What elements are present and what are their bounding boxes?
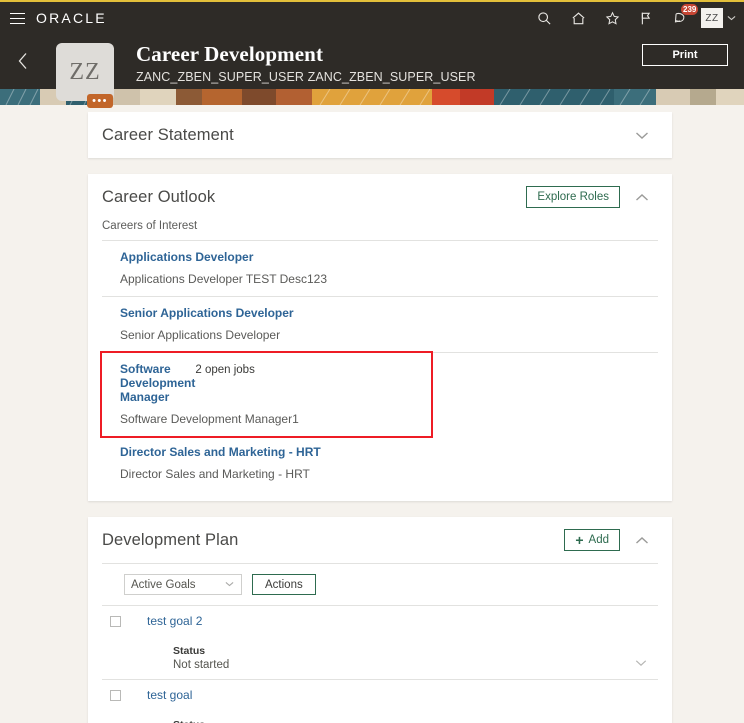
goal-status-label: Status <box>173 645 206 657</box>
goal-header-row: test goal 2 <box>110 614 654 628</box>
role-line: Applications Developer <box>120 250 654 264</box>
career-statement-title: Career Statement <box>102 125 234 144</box>
notification-badge: 239 <box>681 4 699 15</box>
global-nav-icons: 239 ZZ <box>527 2 744 34</box>
career-statement-header: Career Statement <box>88 112 672 158</box>
list-item[interactable]: test goal Status Not started <box>102 680 658 723</box>
role-title-link[interactable]: Applications Developer <box>120 250 654 264</box>
explore-roles-button[interactable]: Explore Roles <box>526 186 620 208</box>
avatar-more-options-icon[interactable]: ••• <box>87 94 113 108</box>
list-item[interactable]: Applications Developer Applications Deve… <box>102 241 658 297</box>
role-title-link[interactable]: Director Sales and Marketing - HRT <box>120 445 654 459</box>
page-title: Career Development <box>136 42 324 66</box>
career-statement-card: Career Statement <box>88 112 672 158</box>
chevron-left-icon[interactable] <box>10 46 36 76</box>
goal-name-link[interactable]: test goal 2 <box>147 614 202 628</box>
star-icon[interactable] <box>595 2 629 34</box>
role-description: Senior Applications Developer <box>120 328 281 342</box>
development-plan-toolbar: Active Goals Actions <box>102 563 658 605</box>
plus-icon: + <box>575 532 584 548</box>
career-outlook-card: Career Outlook Explore Roles Careers of … <box>88 174 672 501</box>
careers-of-interest-label: Careers of Interest <box>102 220 198 232</box>
careers-of-interest-list: Applications Developer Applications Deve… <box>100 240 658 491</box>
career-outlook-title: Career Outlook <box>102 187 216 206</box>
avatar-initials: ZZ <box>69 58 101 85</box>
goal-status-value: Not started <box>173 659 230 671</box>
list-item[interactable]: Director Sales and Marketing - HRT Direc… <box>102 436 658 491</box>
flag-icon[interactable] <box>629 2 663 34</box>
role-description: Applications Developer TEST Desc123 <box>120 272 327 286</box>
goal-status: Status Not started <box>173 719 654 723</box>
list-item[interactable]: test goal 2 Status Not started <box>102 606 658 680</box>
development-plan-card: Development Plan + Add Active Goals Acti… <box>88 517 672 723</box>
goal-filter-select[interactable]: Active Goals <box>124 574 242 595</box>
goal-header-row: test goal <box>110 688 654 702</box>
role-line: Senior Applications Developer <box>120 306 654 320</box>
role-line: Software Development Manager 2 open jobs <box>120 362 427 404</box>
global-nav-bar: ORACLE 239 ZZ <box>0 2 744 34</box>
add-goal-button[interactable]: + Add <box>564 529 620 551</box>
search-icon[interactable] <box>527 2 561 34</box>
home-icon[interactable] <box>561 2 595 34</box>
goal-filter-value: Active Goals <box>131 578 196 591</box>
chevron-down-icon <box>225 579 234 589</box>
add-button-label: Add <box>588 534 609 546</box>
main-content: Career Statement Career Outlook Explore … <box>0 112 744 723</box>
role-description: Director Sales and Marketing - HRT <box>120 467 310 481</box>
print-button[interactable]: Print <box>642 44 728 66</box>
goal-list: test goal 2 Status Not started test goal <box>102 605 658 723</box>
chevron-up-icon[interactable] <box>630 185 654 209</box>
career-outlook-body: Careers of Interest Applications Develop… <box>88 220 672 501</box>
development-plan-body: Active Goals Actions test goal 2 Status … <box>88 563 672 723</box>
role-description: Software Development Manager1 <box>120 412 299 426</box>
top-accent-line <box>0 0 744 2</box>
development-plan-header: Development Plan + Add <box>88 517 672 563</box>
chevron-down-icon[interactable] <box>727 13 736 23</box>
role-line: Director Sales and Marketing - HRT <box>120 445 654 459</box>
list-item[interactable]: Senior Applications Developer Senior App… <box>102 297 658 353</box>
goal-status-label: Status <box>173 719 654 723</box>
goal-checkbox[interactable] <box>110 690 121 701</box>
goal-status: Status Not started <box>173 645 654 671</box>
profile-avatar[interactable]: ZZ ••• <box>56 43 114 108</box>
chevron-down-icon[interactable] <box>632 656 650 670</box>
chevron-up-icon[interactable] <box>630 528 654 552</box>
list-item-highlighted[interactable]: Software Development Manager 2 open jobs… <box>100 351 433 438</box>
open-jobs-count: 2 open jobs <box>195 364 255 376</box>
chevron-down-icon[interactable] <box>630 123 654 147</box>
role-title-link[interactable]: Senior Applications Developer <box>120 306 654 320</box>
notifications-icon[interactable]: 239 <box>663 2 699 34</box>
hamburger-icon[interactable] <box>0 2 34 34</box>
avatar[interactable]: ZZ <box>701 8 723 28</box>
goal-name-link[interactable]: test goal <box>147 688 192 702</box>
role-title-link[interactable]: Software Development Manager <box>120 362 195 404</box>
career-outlook-header: Career Outlook Explore Roles <box>88 174 672 220</box>
development-plan-title: Development Plan <box>102 530 239 549</box>
actions-button[interactable]: Actions <box>252 574 316 595</box>
oracle-logo: ORACLE <box>36 10 107 26</box>
page-subtitle: ZANC_ZBEN_SUPER_USER ZANC_ZBEN_SUPER_USE… <box>136 70 476 84</box>
goal-checkbox[interactable] <box>110 616 121 627</box>
